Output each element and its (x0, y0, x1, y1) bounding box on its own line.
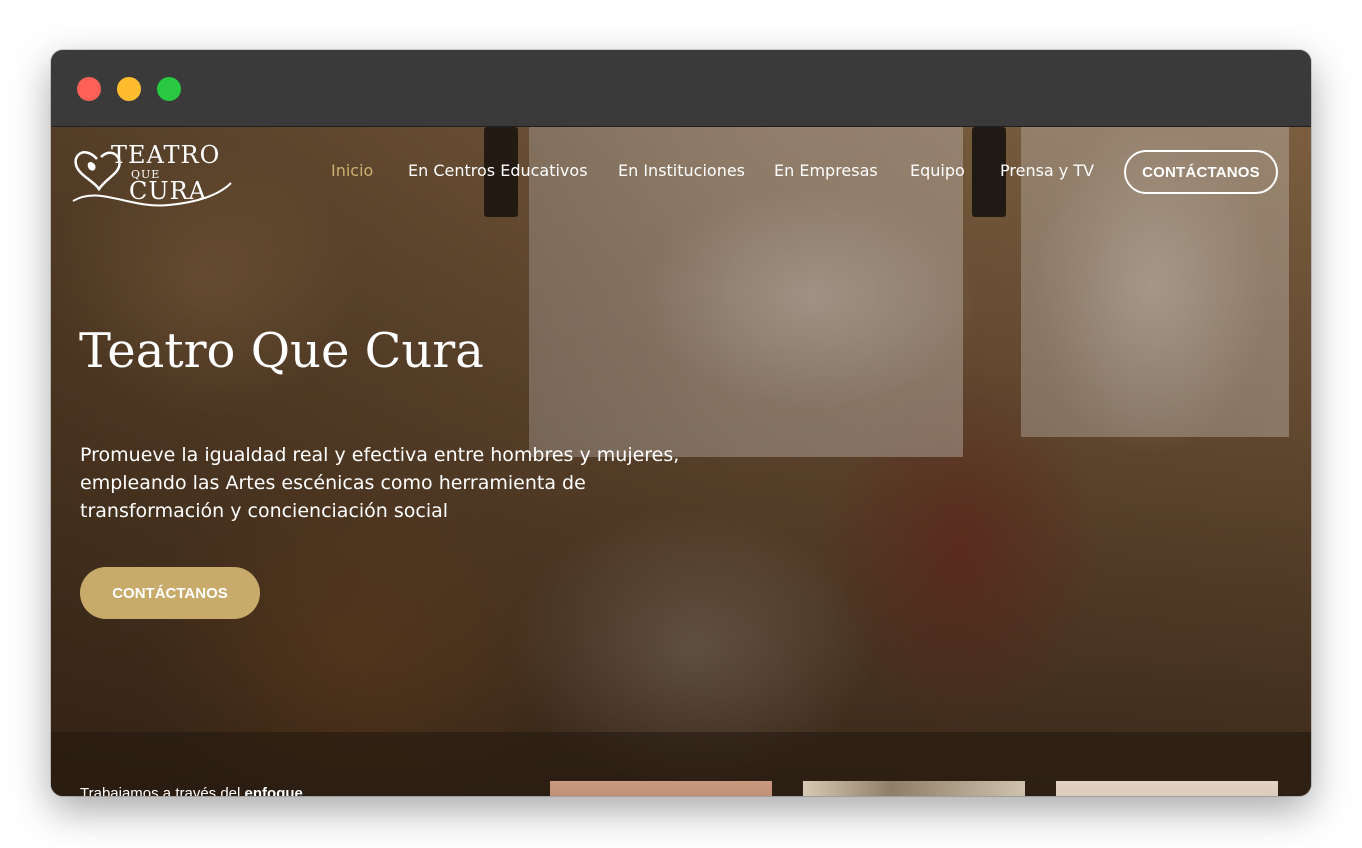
nav-item-instituciones[interactable]: En Instituciones (618, 161, 745, 180)
page-viewport: TEATRO QUE CURA Inicio En Centros Educat… (51, 127, 1311, 796)
section-intro-text: Trabajamos a través del enfoque (80, 785, 303, 796)
browser-window: TEATRO QUE CURA Inicio En Centros Educat… (51, 50, 1311, 796)
nav-item-prensa-tv[interactable]: Prensa y TV (1000, 161, 1094, 180)
hero-contact-button[interactable]: CONTÁCTANOS (80, 567, 260, 619)
nav-item-equipo[interactable]: Equipo (910, 161, 965, 180)
hero-title: Teatro Que Cura (79, 323, 484, 379)
nav-item-centros-educativos[interactable]: En Centros Educativos (408, 161, 588, 180)
minimize-window-button[interactable] (117, 77, 141, 101)
site-logo[interactable]: TEATRO QUE CURA (69, 135, 234, 213)
section-thumbnail-1[interactable] (550, 781, 772, 796)
close-window-button[interactable] (77, 77, 101, 101)
header-contact-button[interactable]: CONTÁCTANOS (1124, 150, 1278, 194)
window-titlebar (51, 50, 1311, 127)
section-thumbnail-2[interactable] (803, 781, 1025, 796)
nav-item-inicio[interactable]: Inicio (331, 161, 373, 180)
nav-item-empresas[interactable]: En Empresas (774, 161, 878, 180)
section-intro-plain: Trabajamos a través del (80, 785, 241, 796)
hero-description: Promueve la igualdad real y efectiva ent… (80, 444, 680, 522)
section-intro-bold: enfoque (244, 785, 303, 796)
logo-text-cura: CURA (129, 177, 207, 205)
section-thumbnail-3[interactable] (1056, 781, 1278, 796)
maximize-window-button[interactable] (157, 77, 181, 101)
logo-text-teatro: TEATRO (111, 141, 221, 169)
